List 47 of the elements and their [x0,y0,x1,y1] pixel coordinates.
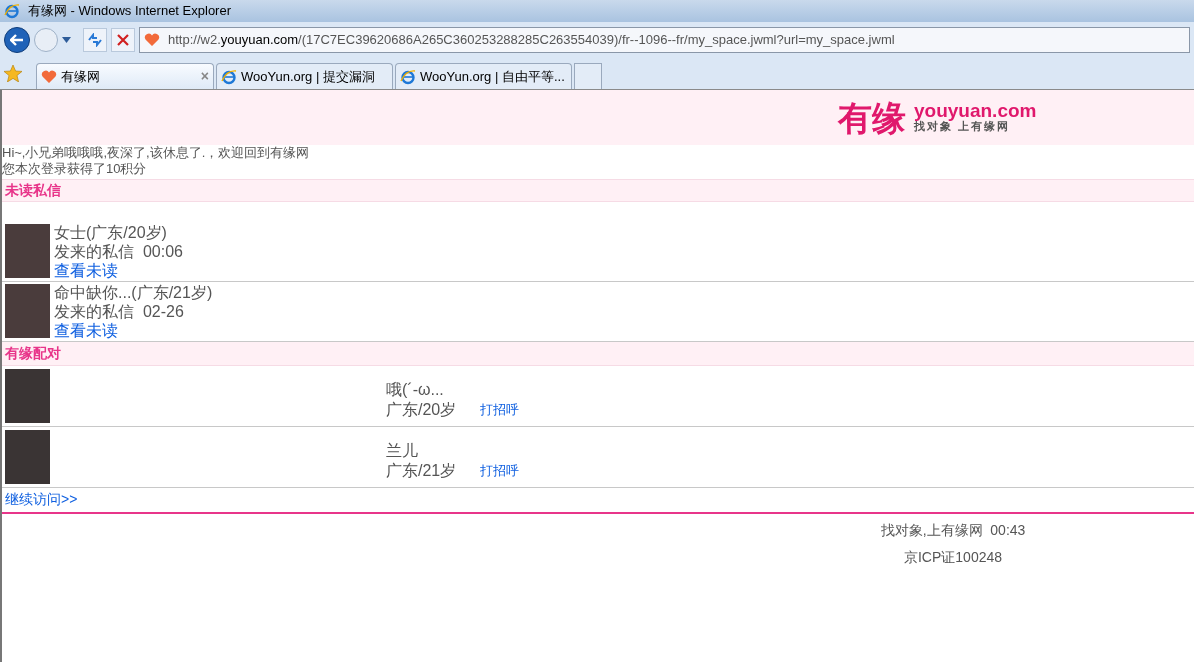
logo-slogan: 找对象 上有缘网 [914,120,1011,134]
back-arrow-icon [10,34,24,46]
message-info: 发来的私信 00:06 [54,242,183,261]
heart-icon [41,69,57,84]
close-tab-icon[interactable]: × [200,66,209,87]
url-text: http://w2.youyuan.com/(17C7EC39620686A265C360253288285C263554039)/fr--1096--fr/my_space.jwml?url=my_space.jwml [168,31,895,50]
sender-name: 命中缺你...(广东/21岁) [54,283,213,302]
message-info: 发来的私信 02-26 [54,302,185,321]
new-tab-button[interactable] [574,63,602,89]
browser-tab[interactable]: WooYun.org | 提交漏洞 [216,63,393,89]
logo-mark: 有缘 [838,97,907,139]
browser-tab[interactable]: WooYun.org | 自由平等... [395,63,572,89]
match-info: 广东/20岁 [386,400,457,420]
match-name: 兰儿 [386,441,419,461]
greeting-text: 您本次登录获得了10积分 [2,161,148,177]
photo-placeholder [5,224,50,278]
greet-link[interactable]: 打招呼 [480,400,520,420]
photo-placeholder [5,284,50,338]
favorites-star-icon[interactable] [4,65,22,82]
refresh-icon [87,33,103,47]
stop-button[interactable] [111,28,135,52]
address-bar[interactable]: http://w2.youyuan.com/(17C7EC39620686A265C360253288285C263554039)/fr--1096--fr/my_space.jwml?url=my_space.jwml [139,27,1190,53]
footer-text: 京ICP证100248 [903,548,1003,567]
match-info: 广东/21岁 [386,461,457,481]
ie-logo-icon [4,3,20,19]
section-header: 有缘配对 [2,342,1194,366]
browser-tab[interactable]: 有缘网 × [36,63,214,89]
view-unread-link[interactable]: 查看未读 [54,261,118,280]
refresh-button[interactable] [83,28,107,52]
ie-logo-icon [400,68,416,85]
photo-placeholder [5,369,50,423]
greet-link[interactable]: 打招呼 [480,461,520,481]
dropdown-caret-icon[interactable] [62,37,71,43]
footer-text: 找对象,上有缘网 00:43 [880,521,1026,540]
back-button[interactable] [4,27,30,53]
stop-icon [117,34,129,46]
greeting-text: Hi~,小兄弟哦哦哦,夜深了,该休息了.，欢迎回到有缘网 [2,145,311,161]
logo-domain: youyuan.com [914,101,1037,121]
view-unread-link[interactable]: 查看未读 [54,321,118,340]
ie-logo-icon [221,68,237,85]
section-header: 未读私信 [2,179,1194,202]
window-title: 有缘网 - Windows Internet Explorer [28,2,231,21]
continue-link[interactable]: 继续访问>> [2,488,81,511]
match-name: 哦(´-ω... [386,380,445,400]
photo-placeholder [5,430,50,484]
sender-name: 女士(广东/20岁) [54,223,168,242]
heart-icon [144,33,160,47]
